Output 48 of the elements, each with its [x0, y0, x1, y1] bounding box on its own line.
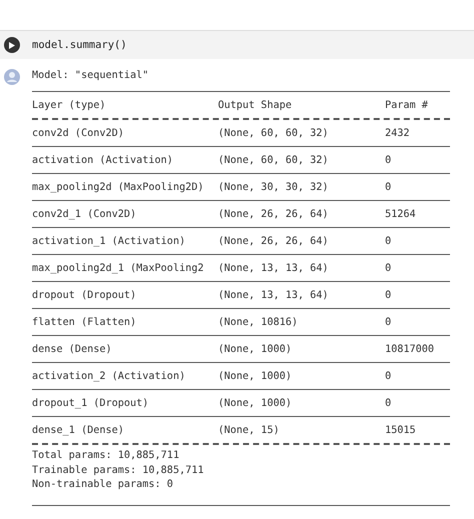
table-cell-text: 51264 [385, 208, 417, 220]
table-cell-text: 0 [385, 154, 392, 166]
column-header: Output Shape [218, 100, 293, 110]
table-cell-text: dense_1 (Dense) [32, 424, 126, 436]
table-cell-text: (None, 13, 13, 64) [218, 290, 330, 300]
table-cell-text: activation_2 (Activation) [32, 370, 186, 382]
code-cell[interactable]: model.summary() [0, 30, 474, 59]
code-text: model.summary() [32, 39, 127, 51]
run-button[interactable] [4, 37, 20, 53]
table-cell-text: 0 [385, 236, 392, 246]
table-cell-text: (None, 10816) [218, 316, 299, 328]
params-summary: Trainable params: 10,885,711 [32, 464, 205, 478]
table-cell-text: 0 [385, 262, 392, 274]
table-cell-text: 15015 [385, 424, 417, 436]
table-cell-text: (None, 60, 60, 32) [218, 128, 330, 138]
model-name: Model: "sequential" [32, 69, 150, 83]
table-cell-text: (None, 26, 26, 64) [218, 236, 330, 246]
table-cell-text: dense (Dense) [32, 344, 113, 354]
user-icon [4, 69, 20, 85]
table-cell-text: (None, 1000) [218, 398, 293, 408]
table-cell-text: (None, 60, 60, 32) [218, 154, 330, 166]
table-cell-text: (None, 30, 30, 32) [218, 182, 330, 192]
table-cell-text: max_pooling2d (MaxPooling2D) [32, 182, 205, 192]
play-icon [9, 42, 15, 48]
table-cell-text: conv2d (Conv2D) [32, 128, 126, 138]
params-summary: Total params: 10,885,711 [32, 449, 180, 463]
column-header: Param # [385, 100, 429, 110]
table-cell-text: 0 [385, 398, 392, 408]
table-cell-text: conv2d_1 (Conv2D) [32, 208, 138, 220]
table-cell-text: max_pooling2d_1 (MaxPooling2 [32, 262, 205, 274]
params-summary: Non-trainable params: 0 [32, 478, 174, 492]
table-cell-text: 0 [385, 370, 392, 382]
table-cell-text: 0 [385, 182, 392, 192]
table-cell-text: (None, 1000) [218, 370, 293, 382]
table-cell-text: dropout (Dropout) [32, 290, 138, 300]
table-cell-text: 2432 [385, 128, 411, 138]
table-cell-text: activation (Activation) [32, 154, 174, 166]
table-cell-text: 10817000 [385, 344, 436, 354]
table-cell-text: (None, 26, 26, 64) [218, 208, 330, 220]
table-cell-text: (None, 15) [218, 424, 280, 436]
table-cell-text: 0 [385, 290, 392, 300]
table-cell-text: flatten (Flatten) [32, 316, 138, 328]
table-cell-text: (None, 13, 13, 64) [218, 262, 330, 274]
column-header: Layer (type) [32, 100, 107, 110]
table-cell-text: 0 [385, 316, 392, 328]
table-cell-text: dropout_1 (Dropout) [32, 398, 150, 408]
table-cell-text: activation_1 (Activation) [32, 236, 186, 246]
table-cell-text: (None, 1000) [218, 344, 293, 354]
